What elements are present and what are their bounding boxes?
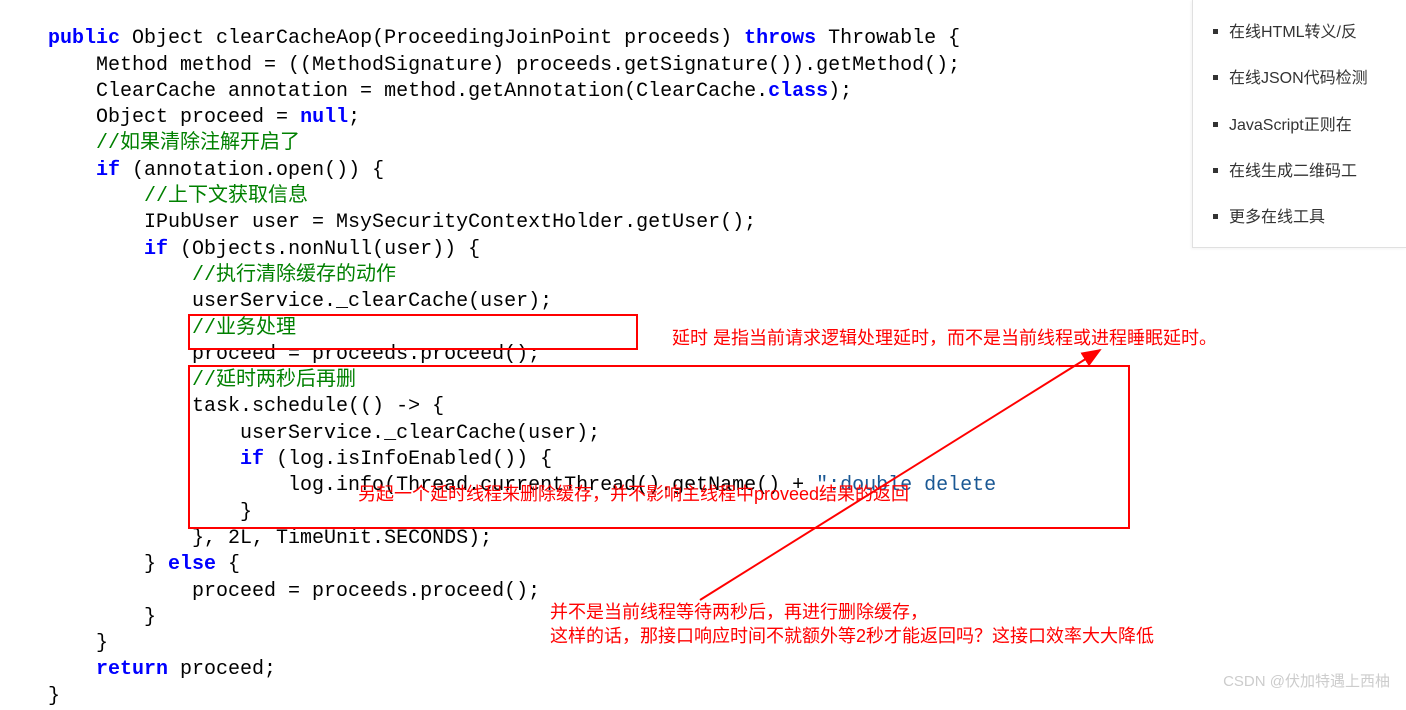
sidebar-item-qrcode[interactable]: 在线生成二维码工 xyxy=(1211,149,1406,195)
code-line: if (log.isInfoEnabled()) { xyxy=(0,448,552,471)
code-line: public Object clearCacheAop(ProceedingJo… xyxy=(0,27,960,50)
code-line: task.schedule(() -> { xyxy=(0,395,444,418)
code-line: } xyxy=(0,501,252,524)
code-line: userService._clearCache(user); xyxy=(0,422,600,445)
code-line: if (Objects.nonNull(user)) { xyxy=(0,238,480,261)
code-line: } xyxy=(0,685,60,708)
code-line: proceed = proceeds.proceed(); xyxy=(0,343,540,366)
code-line: Object proceed = null; xyxy=(0,106,360,129)
code-line: } xyxy=(0,632,108,655)
annotation-text-thread: 另起一个延时线程来删除缓存，并不影响主线程中proveed结果的返回 xyxy=(358,482,909,506)
watermark: CSDN @伏加特遇上西柚 xyxy=(1223,669,1390,695)
code-line: } xyxy=(0,606,156,629)
sidebar-item-js-regex[interactable]: JavaScript正则在 xyxy=(1211,103,1406,149)
sidebar-item-more-tools[interactable]: 更多在线工具 xyxy=(1211,195,1406,241)
sidebar-tools: 在线HTML转义/反 在线JSON代码检测 JavaScript正则在 在线生成… xyxy=(1192,0,1406,248)
sidebar-item-json-check[interactable]: 在线JSON代码检测 xyxy=(1211,56,1406,102)
code-line: //上下文获取信息 xyxy=(0,185,308,208)
code-line: } else { xyxy=(0,553,240,576)
code-line: proceed = proceeds.proceed(); xyxy=(0,580,540,603)
annotation-text-delay: 延时 是指当前请求逻辑处理延时，而不是当前线程或进程睡眠延时。 xyxy=(672,326,1217,350)
sidebar-list: 在线HTML转义/反 在线JSON代码检测 JavaScript正则在 在线生成… xyxy=(1211,10,1406,241)
sidebar-item-html-escape[interactable]: 在线HTML转义/反 xyxy=(1211,10,1406,56)
code-line: Method method = ((MethodSignature) proce… xyxy=(0,54,960,77)
code-line: ClearCache annotation = method.getAnnota… xyxy=(0,80,852,103)
code-line: userService._clearCache(user); xyxy=(0,290,552,313)
code-line: //业务处理 xyxy=(0,317,296,340)
code-line: }, 2L, TimeUnit.SECONDS); xyxy=(0,527,492,550)
code-line: return proceed; xyxy=(0,658,276,681)
annotation-text-explain: 并不是当前线程等待两秒后，再进行删除缓存， 这样的话，那接口响应时间不就额外等2… xyxy=(550,600,1210,648)
code-line: //延时两秒后再删 xyxy=(0,369,356,392)
code-line: //执行清除缓存的动作 xyxy=(0,264,396,287)
code-line: IPubUser user = MsySecurityContextHolder… xyxy=(0,211,756,234)
code-line: if (annotation.open()) { xyxy=(0,159,384,182)
code-line: //如果清除注解开启了 xyxy=(0,132,300,155)
